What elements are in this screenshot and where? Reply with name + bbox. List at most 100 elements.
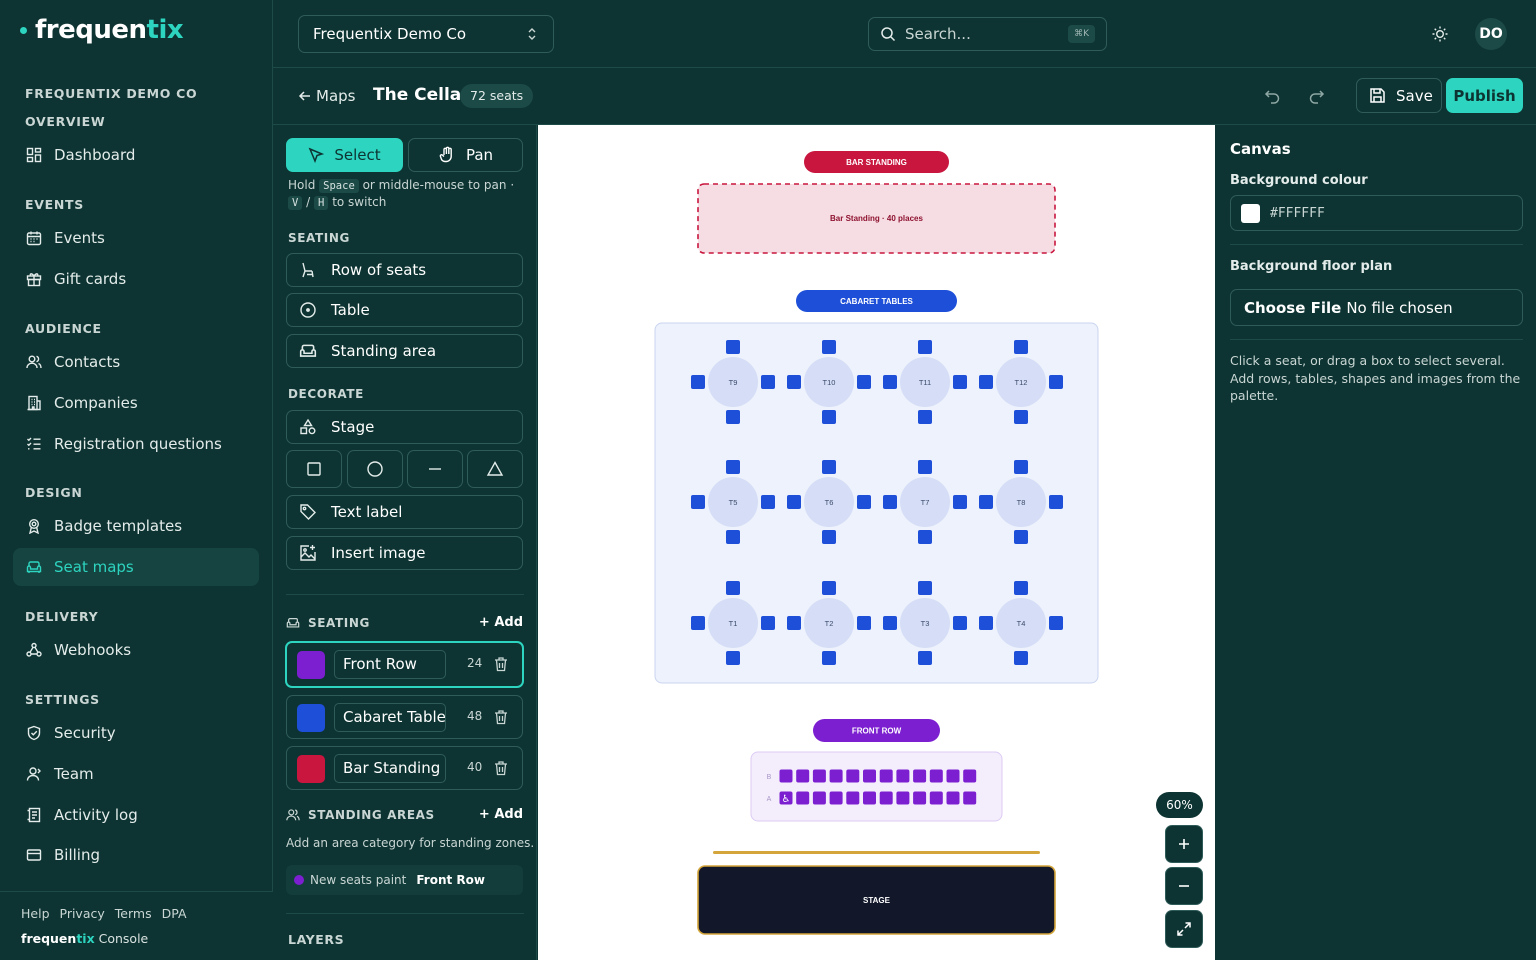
seat[interactable] — [918, 410, 932, 424]
seat-map-drawing[interactable]: BAR STANDING Bar Standing · 40 places CA… — [538, 125, 1215, 960]
seat[interactable] — [761, 495, 775, 509]
seat[interactable] — [896, 769, 910, 783]
seat[interactable] — [846, 791, 860, 805]
seat[interactable] — [691, 616, 705, 630]
seat[interactable] — [883, 375, 897, 389]
seat[interactable] — [879, 769, 893, 783]
seat[interactable] — [779, 769, 793, 783]
sidebar-item-seat-maps[interactable]: Seat maps — [13, 548, 259, 586]
category-row-bar-standing[interactable]: Bar Standing 40 — [286, 746, 523, 790]
circle-shape-button[interactable] — [347, 450, 403, 488]
seat[interactable] — [946, 791, 960, 805]
seat[interactable] — [822, 651, 836, 665]
save-button[interactable]: Save — [1356, 78, 1442, 113]
rectangle-shape-button[interactable] — [286, 450, 342, 488]
sidebar-item-billing[interactable]: Billing — [13, 836, 259, 874]
seat[interactable] — [979, 375, 993, 389]
seat[interactable] — [883, 616, 897, 630]
seat[interactable] — [918, 581, 932, 595]
stage-button[interactable]: Stage — [286, 410, 523, 444]
dpa-link[interactable]: DPA — [162, 906, 187, 921]
seat[interactable] — [796, 769, 810, 783]
seat[interactable] — [1049, 495, 1063, 509]
floor-plan-file-input[interactable]: Choose File No file chosen — [1230, 289, 1523, 326]
seat[interactable] — [929, 769, 943, 783]
category-color-swatch[interactable] — [297, 651, 325, 679]
seat[interactable] — [918, 530, 932, 544]
seat[interactable] — [946, 769, 960, 783]
category-row-cabaret-tables[interactable]: Cabaret Tables 48 — [286, 695, 523, 739]
trash-icon[interactable] — [493, 760, 509, 776]
seat[interactable] — [963, 791, 977, 805]
fit-to-screen-button[interactable] — [1165, 910, 1203, 948]
seat[interactable] — [829, 769, 843, 783]
seat[interactable] — [691, 375, 705, 389]
bg-colour-field[interactable]: #FFFFFF — [1230, 195, 1523, 231]
insert-image-button[interactable]: Insert image — [286, 536, 523, 570]
zoom-in-button[interactable] — [1165, 825, 1203, 863]
seat[interactable] — [796, 791, 810, 805]
seat[interactable] — [963, 769, 977, 783]
seat[interactable] — [829, 791, 843, 805]
seat[interactable] — [1014, 530, 1028, 544]
seat[interactable] — [1014, 460, 1028, 474]
sidebar-item-webhooks[interactable]: Webhooks — [13, 631, 259, 669]
text-label-button[interactable]: Text label — [286, 495, 523, 529]
select-tool-button[interactable]: Select — [286, 138, 403, 172]
sidebar-item-badge-templates[interactable]: Badge templates — [13, 507, 259, 545]
back-to-maps-link[interactable]: Maps — [298, 87, 355, 105]
seat-map-canvas[interactable]: BAR STANDING Bar Standing · 40 places CA… — [538, 125, 1215, 960]
row-of-seats-button[interactable]: Row of seats — [286, 253, 523, 287]
sidebar-item-dashboard[interactable]: Dashboard — [13, 136, 259, 174]
seat[interactable] — [726, 410, 740, 424]
sidebar-item-activity-log[interactable]: Activity log — [13, 796, 259, 834]
seat[interactable] — [822, 340, 836, 354]
line-shape-button[interactable] — [407, 450, 463, 488]
category-color-swatch[interactable] — [297, 755, 325, 783]
seat[interactable] — [883, 495, 897, 509]
seat[interactable] — [726, 530, 740, 544]
undo-icon[interactable] — [1264, 87, 1282, 105]
zoom-out-button[interactable] — [1165, 867, 1203, 905]
seat[interactable] — [726, 460, 740, 474]
seat[interactable] — [863, 791, 876, 805]
seat[interactable] — [1049, 375, 1063, 389]
seat[interactable] — [822, 410, 836, 424]
seat[interactable] — [787, 616, 801, 630]
standing-area-button[interactable]: Standing area — [286, 334, 523, 368]
seat[interactable] — [822, 530, 836, 544]
sidebar-item-gift-cards[interactable]: Gift cards — [13, 260, 259, 298]
bg-colour-swatch[interactable] — [1241, 203, 1260, 223]
seat[interactable] — [822, 581, 836, 595]
sidebar-item-companies[interactable]: Companies — [13, 384, 259, 422]
seat[interactable] — [726, 581, 740, 595]
table-button[interactable]: Table — [286, 293, 523, 327]
category-name-input[interactable]: Front Row — [334, 650, 446, 679]
seat[interactable] — [691, 495, 705, 509]
seat[interactable] — [918, 340, 932, 354]
front-row-area[interactable] — [750, 751, 1003, 822]
category-name-input[interactable]: Cabaret Tables — [334, 703, 446, 732]
seat[interactable] — [846, 769, 860, 783]
sidebar-item-security[interactable]: Security — [13, 714, 259, 752]
seat[interactable] — [953, 495, 967, 509]
seat[interactable] — [953, 375, 967, 389]
seat[interactable] — [812, 791, 826, 805]
trash-icon[interactable] — [493, 656, 509, 672]
seat[interactable] — [929, 791, 943, 805]
seat[interactable] — [857, 375, 871, 389]
sun-icon[interactable] — [1430, 24, 1450, 44]
seat[interactable] — [857, 495, 871, 509]
seat[interactable] — [913, 791, 927, 805]
sidebar-item-registration-questions[interactable]: Registration questions — [13, 425, 259, 463]
seat[interactable] — [979, 495, 993, 509]
choose-file-button[interactable]: Choose File — [1244, 299, 1341, 317]
seat[interactable] — [726, 651, 740, 665]
category-row-front-row[interactable]: Front Row 24 — [285, 641, 524, 688]
seat[interactable] — [1049, 616, 1063, 630]
seat[interactable] — [1014, 581, 1028, 595]
seat[interactable] — [812, 769, 826, 783]
seat[interactable] — [822, 460, 836, 474]
triangle-shape-button[interactable] — [467, 450, 523, 488]
pan-tool-button[interactable]: Pan — [408, 138, 523, 172]
